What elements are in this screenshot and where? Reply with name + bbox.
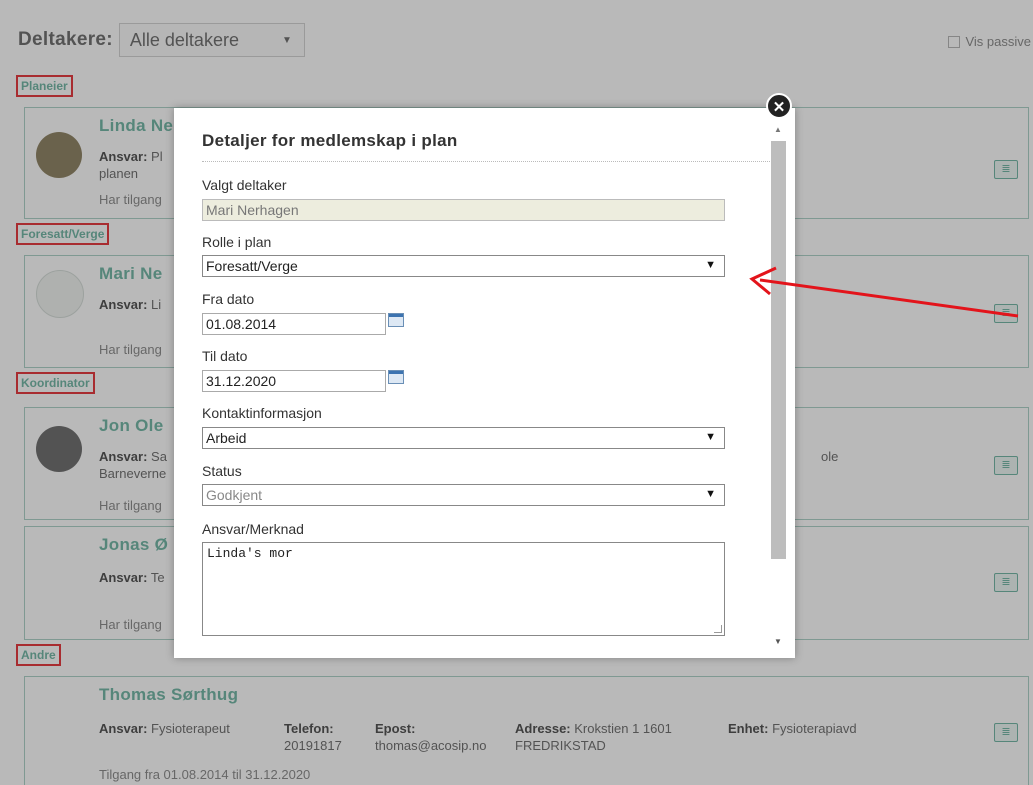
contact-info-select-value: Arbeid — [206, 430, 247, 446]
from-date-input[interactable]: 01.08.2014 — [202, 313, 386, 335]
title-divider — [202, 161, 770, 162]
status-select-value: Godkjent — [206, 487, 263, 503]
calendar-icon[interactable] — [388, 313, 404, 327]
from-date-label: Fra dato — [202, 291, 255, 307]
role-select-value: Foresatt/Verge — [206, 258, 298, 274]
note-text: Linda's mor — [207, 546, 293, 561]
role-field-label: Rolle i plan — [202, 234, 272, 250]
dialog-title: Detaljer for medlemskap i plan — [202, 131, 458, 150]
chevron-down-icon: ▼ — [705, 488, 716, 500]
scrollbar-thumb[interactable] — [771, 141, 786, 559]
dialog-scrollbar[interactable]: ▲ ▼ — [770, 123, 788, 648]
note-label: Ansvar/Merknad — [202, 521, 304, 537]
to-date-input[interactable]: 31.12.2020 — [202, 370, 386, 392]
contact-info-select[interactable]: Arbeid ▼ — [202, 427, 725, 449]
status-select[interactable]: Godkjent ▼ — [202, 484, 725, 506]
note-textarea[interactable]: Linda's mor — [202, 542, 725, 636]
resize-grip-icon[interactable] — [714, 625, 722, 633]
role-select[interactable]: Foresatt/Verge ▼ — [202, 255, 725, 277]
scroll-up-icon[interactable]: ▲ — [774, 125, 782, 134]
scroll-down-icon[interactable]: ▼ — [774, 637, 782, 646]
close-icon[interactable]: ✕ — [766, 93, 792, 119]
participant-field: Mari Nerhagen — [202, 199, 725, 221]
participant-field-label: Valgt deltaker — [202, 177, 287, 193]
to-date-label: Til dato — [202, 348, 248, 364]
membership-details-dialog: Detaljer for medlemskap i plan Valgt del… — [174, 108, 795, 658]
contact-info-label: Kontaktinformasjon — [202, 405, 322, 421]
chevron-down-icon: ▼ — [705, 431, 716, 443]
status-label: Status — [202, 463, 242, 479]
page-root: Deltakere: Alle deltakere ▼ Vis passive … — [0, 0, 1033, 785]
chevron-down-icon: ▼ — [705, 259, 716, 271]
calendar-icon[interactable] — [388, 370, 404, 384]
